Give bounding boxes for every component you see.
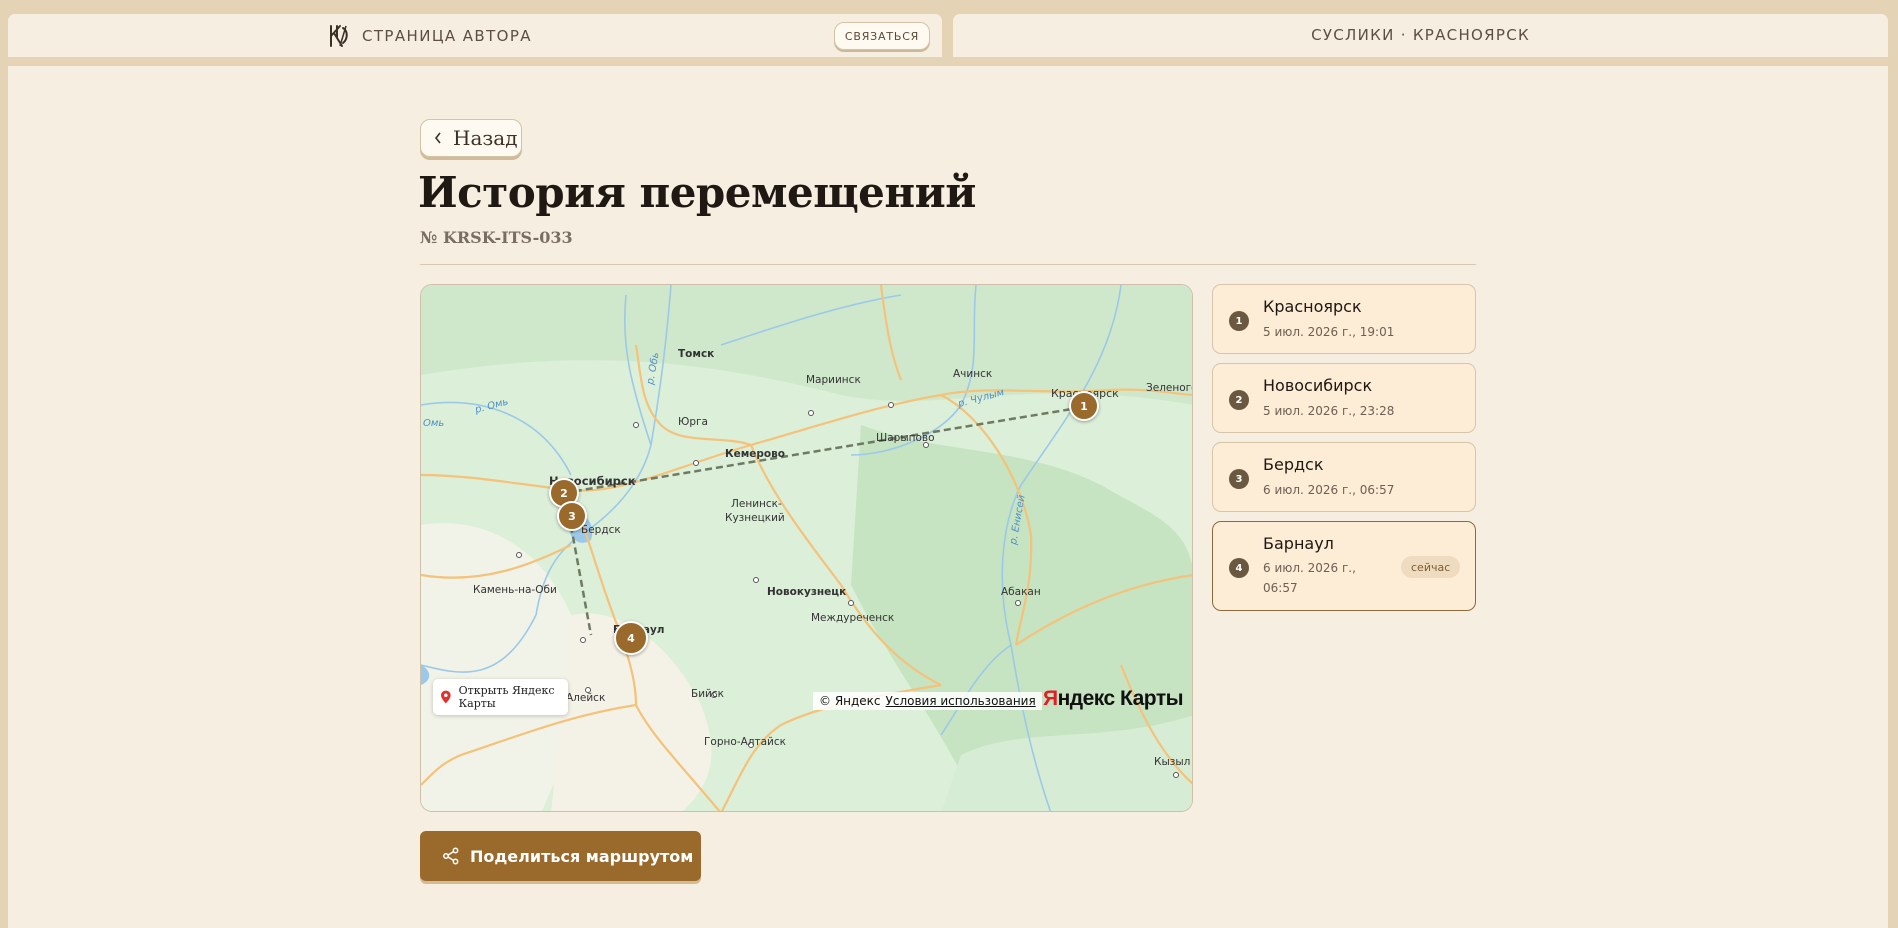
- page-title: История перемещений: [418, 168, 976, 217]
- map-label-zelenogorsk: Зеленого: [1146, 382, 1193, 394]
- contact-button[interactable]: СВЯЗАТЬСЯ: [834, 22, 930, 50]
- attribution-text: © Яндекс: [819, 694, 881, 708]
- breadcrumb: СУСЛИКИ · КРАСНОЯРСК: [1311, 26, 1530, 44]
- stop-number: 4: [1229, 558, 1249, 578]
- stops-list: 1 Красноярск 5 июл. 2026 г., 19:01 2 Нов…: [1212, 284, 1476, 620]
- divider: [420, 264, 1476, 265]
- terms-link[interactable]: Условия использования: [886, 694, 1036, 708]
- tracking-number: № KRSK-ITS-033: [420, 228, 573, 247]
- stop-item-current[interactable]: 4 Барнаул 6 июл. 2026 г., 06:57 сейчас: [1212, 521, 1476, 611]
- share-icon: [443, 847, 459, 865]
- map-pin-icon: [441, 690, 451, 704]
- map-label-kemerovo: Кемерово: [725, 448, 785, 460]
- stop-time: 5 июл. 2026 г., 23:28: [1263, 404, 1395, 418]
- stop-item[interactable]: 3 Бердск 6 июл. 2026 г., 06:57: [1212, 442, 1476, 512]
- map-label-kyzyl: Кызыл: [1154, 756, 1190, 768]
- current-badge: сейчас: [1401, 556, 1461, 578]
- stop-city: Барнаул: [1263, 534, 1334, 553]
- logo-letter: Я: [1043, 687, 1058, 710]
- map-label-achinsk: Ачинск: [953, 368, 992, 380]
- stop-city: Новосибирск: [1263, 376, 1373, 395]
- top-bar-right: СУСЛИКИ · КРАСНОЯРСК: [953, 14, 1888, 57]
- map-canvas[interactable]: Томск Мариинск Ачинск Красноярск Зеленог…: [421, 285, 1193, 812]
- route-marker-3[interactable]: 3: [557, 501, 587, 531]
- map-label-om-river: Омь: [423, 418, 444, 429]
- map-label-sharypovo: Шарыпово: [876, 432, 935, 444]
- map-label-abakan: Абакан: [1001, 586, 1041, 598]
- stop-time: 6 июл. 2026 г., 06:57: [1263, 561, 1356, 595]
- map-label-aleysk: Алейск: [566, 692, 605, 704]
- map-label-yurga: Юрга: [678, 416, 708, 428]
- open-yandex-maps-label: Открыть Яндекс Карты: [458, 684, 555, 710]
- map-label-berdsk: Бердск: [581, 524, 621, 536]
- map-label-mariinsk: Мариинск: [806, 374, 861, 386]
- share-route-button[interactable]: Поделиться маршрутом: [420, 831, 701, 881]
- stop-time: 5 июл. 2026 г., 19:01: [1263, 325, 1395, 339]
- logo-rest: ндекс Карты: [1057, 687, 1184, 710]
- back-button[interactable]: Назад: [420, 119, 522, 157]
- stop-number: 2: [1229, 390, 1249, 410]
- stop-item[interactable]: 2 Новосибирск 5 июл. 2026 г., 23:28: [1212, 363, 1476, 433]
- map-label-leninsk: Ленинск-: [731, 498, 782, 510]
- map-label-tomsk: Томск: [678, 348, 714, 360]
- stop-city: Красноярск: [1263, 297, 1362, 316]
- stop-time: 6 июл. 2026 г., 06:57: [1263, 483, 1395, 497]
- brand[interactable]: СТРАНИЦА АВТОРА: [326, 23, 532, 49]
- route-map[interactable]: Томск Мариинск Ачинск Красноярск Зеленог…: [420, 284, 1193, 812]
- map-label-kamen: Камень-на-Оби: [473, 584, 557, 596]
- yandex-maps-logo[interactable]: Яндекс Карты: [1043, 687, 1184, 711]
- stop-number: 3: [1229, 469, 1249, 489]
- map-label-novokuznetsk: Новокузнецк: [767, 586, 846, 598]
- open-yandex-maps-button[interactable]: Открыть Яндекс Карты: [433, 679, 568, 715]
- share-route-label: Поделиться маршрутом: [470, 846, 694, 866]
- map-label-mezhdurechensk: Междуреченск: [811, 612, 894, 624]
- route-marker-1[interactable]: 1: [1069, 391, 1099, 421]
- map-attribution: © Яндекс Условия использования: [813, 692, 1042, 710]
- stop-number: 1: [1229, 311, 1249, 331]
- map-label-kuznetsky: Кузнецкий: [725, 512, 785, 524]
- chevron-left-icon: [434, 132, 441, 144]
- stop-city: Бердск: [1263, 455, 1324, 474]
- map-label-biysk: Бийск: [691, 688, 724, 700]
- map-label-gorno: Горно-Алтайск: [704, 736, 786, 748]
- main-panel: Назад История перемещений № KRSK-ITS-033: [8, 66, 1888, 928]
- brand-text: СТРАНИЦА АВТОРА: [362, 27, 532, 45]
- stop-item[interactable]: 1 Красноярск 5 июл. 2026 г., 19:01: [1212, 284, 1476, 354]
- back-label: Назад: [453, 126, 518, 150]
- top-bar-left: СТРАНИЦА АВТОРА СВЯЗАТЬСЯ: [8, 14, 942, 57]
- author-logo-icon: [330, 25, 348, 47]
- route-marker-4[interactable]: 4: [614, 621, 648, 655]
